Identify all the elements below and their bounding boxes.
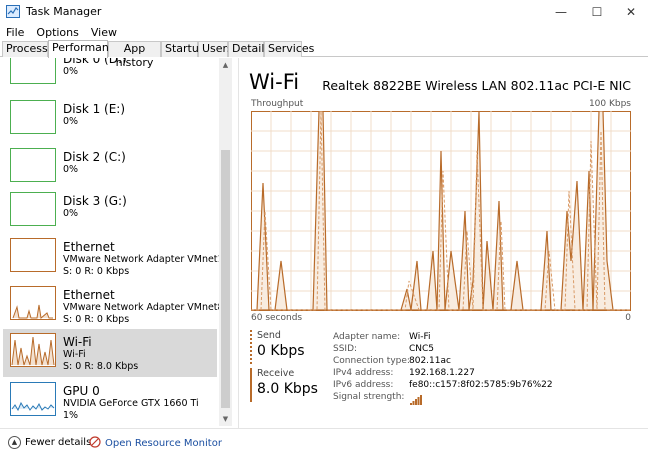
property-key: Adapter name: [333, 332, 401, 342]
receive-label: Receive [257, 368, 295, 379]
device-list: Disk 0 (D:) 0% Disk 1 (E:) 0% Disk 2 (C:… [3, 58, 219, 428]
device-description: Wi-Fi [63, 349, 86, 360]
property-key: Connection type: [333, 356, 410, 366]
graph-time-label: 60 seconds [251, 313, 303, 323]
tab-services[interactable]: Services [264, 41, 314, 57]
gpu-thumbnail [10, 382, 56, 416]
pane-divider [238, 58, 239, 428]
menu-options[interactable]: Options [36, 26, 78, 39]
menu-view[interactable]: View [91, 26, 117, 39]
device-usage: 0% [63, 66, 79, 77]
fewer-details-label: Fewer details [25, 437, 92, 448]
graph-label: Throughput [251, 99, 304, 109]
send-label: Send [257, 330, 281, 341]
device-name: Wi-Fi [63, 335, 92, 349]
graph-max-label: 100 Kbps [588, 99, 631, 109]
device-disk-3[interactable]: Disk 3 (G:) 0% [3, 188, 217, 236]
device-name: Disk 3 (G:) [63, 194, 127, 208]
close-button[interactable]: ✕ [614, 0, 648, 24]
footer-divider [0, 428, 648, 429]
open-resource-monitor-label: Open Resource Monitor [105, 438, 222, 449]
tab-details[interactable]: Details [228, 41, 270, 57]
network-thumbnail [10, 286, 56, 320]
scroll-thumb[interactable] [221, 150, 230, 408]
device-description: NVIDIA GeForce GTX 1660 Ti [63, 398, 199, 409]
send-stat: Send 0 Kbps [250, 330, 305, 364]
tab-processes[interactable]: Processes [2, 41, 60, 57]
footer: ▲ Fewer details Open Resource Monitor [0, 430, 648, 461]
menu-bar: File Options View [0, 24, 648, 40]
scroll-down-arrow-icon[interactable]: ▼ [219, 412, 232, 426]
device-name: Disk 0 (D:) [63, 58, 127, 66]
device-gpu-0[interactable]: GPU 0 NVIDIA GeForce GTX 1660 Ti 1% [3, 378, 217, 426]
adapter-title: Realtek 8822BE Wireless LAN 802.11ac PCI… [322, 78, 631, 93]
device-description: VMware Network Adapter VMnet8 [63, 302, 219, 313]
receive-value: 8.0 Kbps [257, 381, 318, 397]
device-name: Ethernet [63, 288, 115, 302]
device-disk-2[interactable]: Disk 2 (C:) 0% [3, 144, 217, 192]
maximize-button[interactable]: ☐ [580, 0, 614, 24]
graph-min-label: 0 [625, 313, 631, 323]
property-key: SSID: [333, 344, 358, 354]
device-ethernet-vmnet1[interactable]: Ethernet VMware Network Adapter VMnet1 S… [3, 234, 219, 282]
property-value: Wi-Fi [409, 332, 431, 342]
device-throughput: S: 0 R: 8.0 Kbps [63, 361, 139, 372]
device-disk-1[interactable]: Disk 1 (E:) 0% [3, 96, 217, 144]
property-key: Signal strength: [333, 392, 405, 402]
device-usage: 0% [63, 208, 79, 219]
tab-startup[interactable]: Startup [161, 41, 206, 57]
tab-performance[interactable]: Performance [48, 40, 122, 58]
device-throughput: S: 0 R: 0 Kbps [63, 314, 130, 325]
task-manager-icon [6, 5, 20, 18]
disk-thumbnail [10, 58, 56, 84]
menu-file[interactable]: File [6, 26, 24, 39]
disk-thumbnail [10, 192, 56, 226]
device-ethernet-vmnet8[interactable]: Ethernet VMware Network Adapter VMnet8 S… [3, 282, 219, 330]
device-list-scrollbar[interactable]: ▲ ▼ [219, 58, 232, 426]
title-bar: Task Manager — ☐ ✕ [0, 0, 648, 24]
open-resource-monitor-link[interactable]: Open Resource Monitor [89, 436, 222, 451]
device-wifi[interactable]: Wi-Fi Wi-Fi S: 0 R: 8.0 Kbps [3, 329, 217, 377]
disk-thumbnail [10, 148, 56, 182]
property-value: 802.11ac [409, 356, 451, 366]
window-title: Task Manager [26, 5, 102, 18]
fewer-details-button[interactable]: ▲ Fewer details [8, 436, 91, 449]
device-usage: 0% [63, 164, 79, 175]
device-disk-0[interactable]: Disk 0 (D:) 0% [3, 58, 217, 94]
disk-thumbnail [10, 100, 56, 134]
send-value: 0 Kbps [257, 343, 305, 359]
property-key: IPv6 address: [333, 380, 394, 390]
device-name: Disk 1 (E:) [63, 102, 126, 116]
device-throughput: S: 0 R: 0 Kbps [63, 266, 130, 277]
device-name: GPU 0 [63, 384, 100, 398]
tab-users[interactable]: Users [198, 41, 233, 57]
device-usage: 1% [63, 410, 79, 421]
device-name: Disk 2 (C:) [63, 150, 126, 164]
device-name: Ethernet [63, 240, 115, 254]
chevron-up-icon: ▲ [8, 436, 21, 449]
throughput-graph [251, 110, 631, 311]
property-key: IPv4 address: [333, 368, 394, 378]
device-description: VMware Network Adapter VMnet1 [63, 254, 219, 265]
device-usage: 0% [63, 116, 79, 127]
signal-strength-icon [410, 395, 422, 408]
tab-bar: Processes Performance App history Startu… [0, 40, 648, 69]
network-thumbnail [10, 333, 56, 367]
resource-monitor-icon [89, 436, 101, 451]
scroll-up-arrow-icon[interactable]: ▲ [219, 58, 232, 72]
receive-stat: Receive 8.0 Kbps [250, 368, 318, 402]
property-value: fe80::c157:8f02:5785:9b76%22 [409, 380, 553, 390]
network-thumbnail [10, 238, 56, 272]
tab-app-history[interactable]: App history [108, 41, 161, 69]
property-value: 192.168.1.227 [409, 368, 475, 378]
property-value: CNC5 [409, 344, 435, 354]
minimize-button[interactable]: — [544, 0, 578, 24]
detail-title: Wi-Fi [249, 70, 300, 94]
